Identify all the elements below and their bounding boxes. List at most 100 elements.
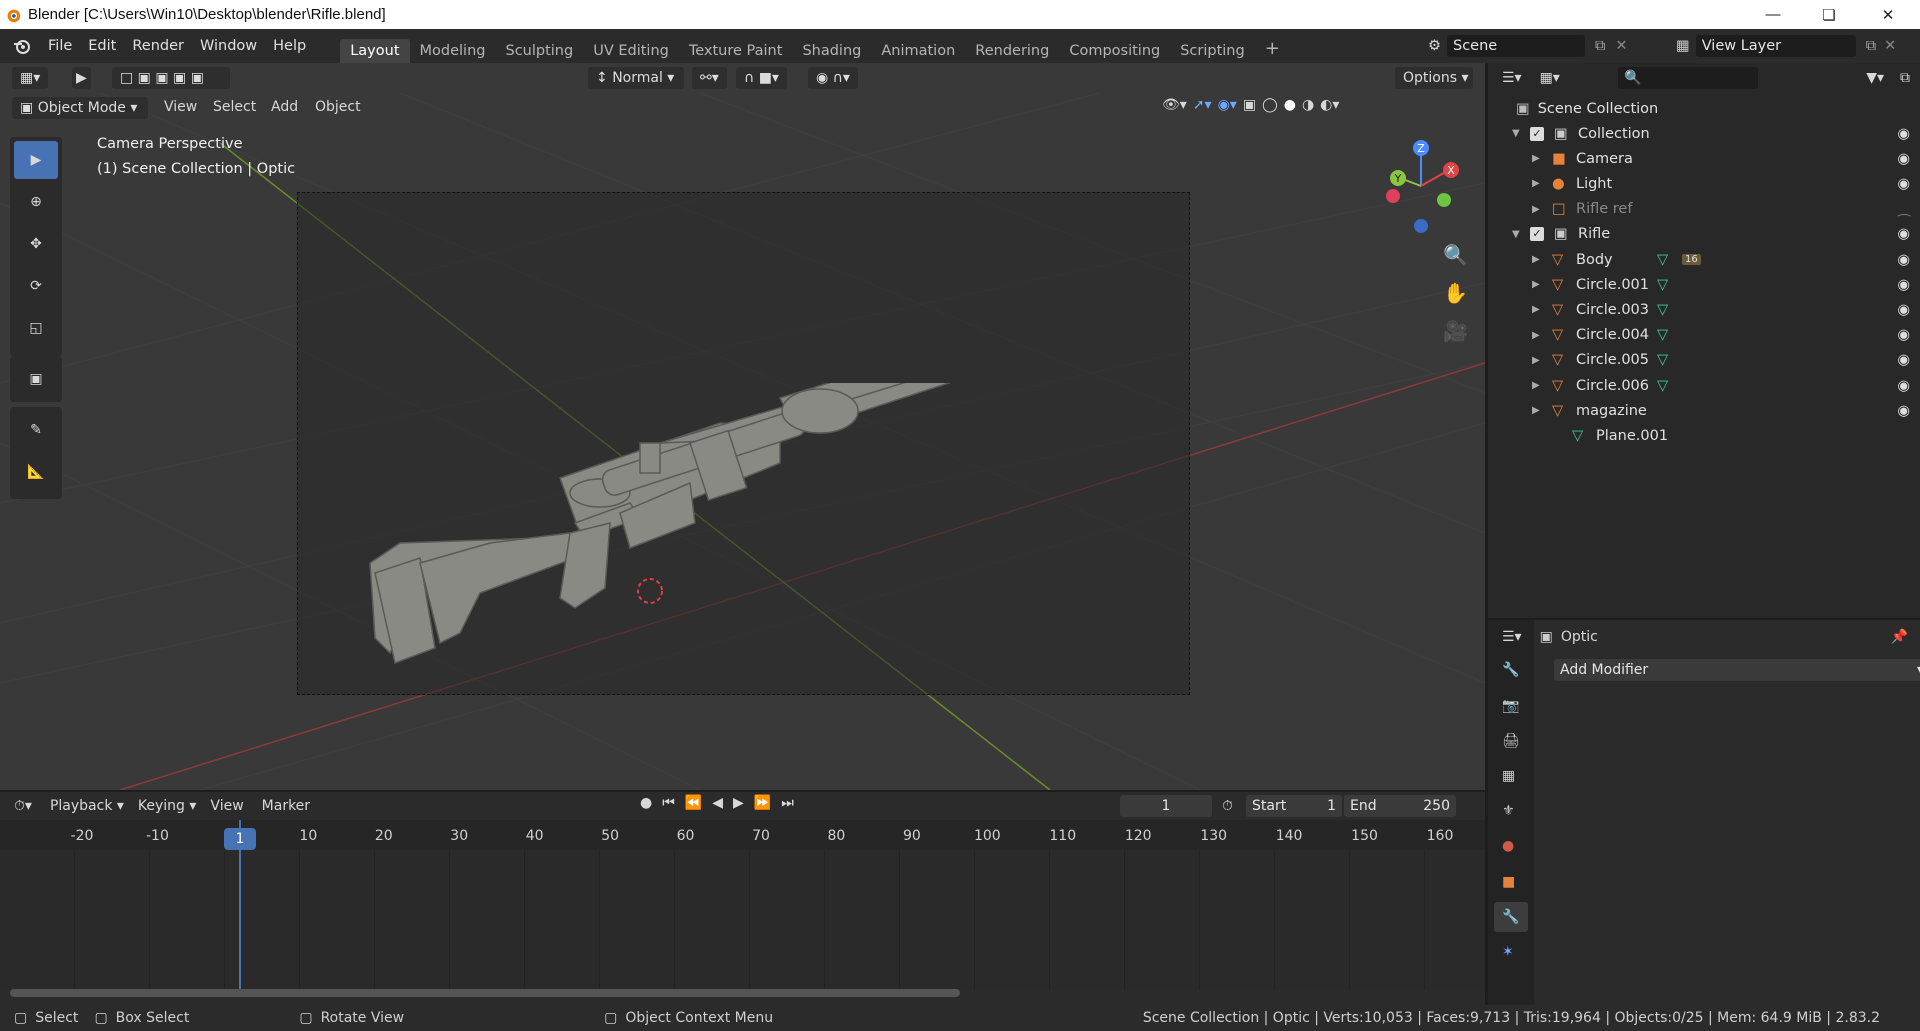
display-mode-icon[interactable]: ▦▾ <box>1540 70 1560 86</box>
mesh-data-icon[interactable]: ▽ <box>1657 277 1668 293</box>
visibility-eye-icon[interactable]: ⁔ <box>1898 201 1910 217</box>
tab-texture-paint[interactable]: Texture Paint <box>679 39 793 63</box>
view-menu[interactable]: View <box>164 99 197 115</box>
prev-keyframe-button[interactable]: ⏪ <box>685 795 702 811</box>
annotate-tool-icon[interactable]: ✎ <box>14 411 58 449</box>
visibility-eye-icon[interactable]: ◉ <box>1897 226 1910 242</box>
record-button[interactable]: ● <box>640 795 652 811</box>
object-tab-icon[interactable]: ■ <box>1502 874 1515 890</box>
scene-field[interactable]: Scene <box>1447 35 1585 57</box>
mesh-data-icon[interactable]: ▽ <box>1657 327 1668 343</box>
pivot-point-dropdown[interactable]: ⚯▾ <box>692 67 727 89</box>
tab-sculpting[interactable]: Sculpting <box>495 39 583 63</box>
proportional-edit-dropdown[interactable]: ◉ ∩▾ <box>808 67 858 89</box>
snap-dropdown[interactable]: ∩ ■▾ <box>736 67 787 89</box>
mesh-data-icon[interactable]: ▽ <box>1657 302 1668 318</box>
modifier-tab-icon[interactable]: 🔧 <box>1494 902 1528 932</box>
use-preview-range-icon[interactable]: ⏱ <box>1222 798 1233 814</box>
measure-tool-icon[interactable]: 📐 <box>14 453 58 491</box>
outliner-row[interactable]: ▶ ● Light ◉ <box>1488 171 1920 196</box>
editor-type-button[interactable]: ▦▾ <box>12 67 49 89</box>
visibility-eye-icon[interactable]: ◉ <box>1897 352 1910 368</box>
outliner-row[interactable]: ▶ ▽ magazine ◉ <box>1488 398 1920 423</box>
modifier-count-badge[interactable]: 16 <box>1682 254 1701 265</box>
outliner-row[interactable]: ▽ Plane.001 <box>1488 423 1920 448</box>
outliner-editor-type-icon[interactable]: ☰▾ <box>1502 70 1522 86</box>
transform-tool-icon[interactable]: ▣ <box>14 360 58 398</box>
keying-menu[interactable]: Keying ▾ <box>138 798 197 814</box>
mode-dropdown[interactable]: ▣ Object Mode ▾ <box>12 97 148 119</box>
expand-arrow-icon[interactable]: ▶ <box>1532 279 1540 290</box>
new-collection-icon[interactable]: ⧉ <box>1900 70 1910 86</box>
outliner-row[interactable]: ▶ ▽ Circle.003 ▽ ◉ <box>1488 297 1920 322</box>
mesh-data-icon[interactable]: ▽ <box>1657 378 1668 394</box>
exclude-checkbox[interactable]: ✓ <box>1530 227 1544 242</box>
properties-editor-type-icon[interactable]: ☰▾ <box>1502 629 1522 645</box>
expand-arrow-icon[interactable]: ▶ <box>1532 304 1540 315</box>
tab-scripting[interactable]: Scripting <box>1170 39 1254 63</box>
scene-tab-icon[interactable]: ⚜ <box>1502 803 1515 819</box>
visibility-eye-icon[interactable]: ◉ <box>1897 327 1910 343</box>
timeline-scrollbar[interactable] <box>10 989 960 997</box>
view-layer-field[interactable]: View Layer <box>1695 35 1856 57</box>
select-tool-icon[interactable]: ▶ <box>14 141 58 179</box>
jump-end-button[interactable]: ⏭ <box>781 795 794 811</box>
tab-compositing[interactable]: Compositing <box>1059 39 1170 63</box>
view-layer-icon[interactable]: ▦ <box>1676 38 1690 54</box>
visibility-eye-icon[interactable]: ◉ <box>1897 302 1910 318</box>
pin-icon[interactable]: 📌 <box>1891 629 1908 645</box>
tool-select-box[interactable]: ▶ <box>72 67 91 89</box>
mesh-data-icon[interactable]: ▽ <box>1657 352 1668 368</box>
jump-start-button[interactable]: ⏮ <box>662 795 675 811</box>
timeline-view-menu[interactable]: View <box>210 798 243 814</box>
visibility-eye-icon[interactable]: ◉ <box>1897 252 1910 268</box>
outliner-search-input[interactable]: 🔍 <box>1618 67 1758 89</box>
blender-menu-icon[interactable] <box>12 36 32 56</box>
output-tab-icon[interactable]: 🖨 <box>1502 733 1520 749</box>
outliner-root-row[interactable]: ▣ Scene Collection <box>1488 96 1920 121</box>
render-tab-icon[interactable]: 📷 <box>1502 698 1519 714</box>
play-button[interactable]: ▶ <box>733 795 744 811</box>
cursor-tool-icon[interactable]: ⊕ <box>14 183 58 221</box>
expand-arrow-icon[interactable]: ▼ <box>1512 128 1520 139</box>
visibility-eye-icon[interactable]: ◉ <box>1897 277 1910 293</box>
visibility-eye-icon[interactable]: ◉ <box>1897 403 1910 419</box>
material-shading-icon[interactable]: ◑ <box>1302 97 1314 113</box>
next-keyframe-button[interactable]: ⏩ <box>754 795 771 811</box>
visibility-eye-icon[interactable]: ◉ <box>1897 176 1910 192</box>
mesh-data-icon[interactable]: ▽ <box>1657 252 1668 268</box>
outliner-row[interactable]: ▶ □ Rifle ref ⁔ <box>1488 197 1920 222</box>
rendered-shading-icon[interactable]: ◐▾ <box>1320 97 1339 113</box>
world-tab-icon[interactable]: ● <box>1502 838 1514 854</box>
end-frame-field[interactable]: End 250 <box>1344 795 1456 817</box>
expand-arrow-icon[interactable]: ▶ <box>1532 380 1540 391</box>
tab-modeling[interactable]: Modeling <box>410 39 496 63</box>
visibility-icon[interactable]: 👁▾ <box>1162 97 1187 113</box>
zoom-icon[interactable]: 🔍 <box>1443 243 1468 267</box>
menu-render[interactable]: Render <box>124 38 192 54</box>
new-scene-icon[interactable]: ⧉ <box>1595 38 1605 54</box>
scene-browse-icon[interactable]: ⚙ <box>1428 38 1441 54</box>
tab-layout[interactable]: Layout <box>340 39 410 63</box>
minimize-button[interactable]: — <box>1745 0 1801 29</box>
add-menu[interactable]: Add <box>271 99 298 115</box>
menu-help[interactable]: Help <box>265 38 314 54</box>
navigation-gizmo[interactable]: Z Y X <box>1370 138 1460 238</box>
expand-arrow-icon[interactable]: ▶ <box>1532 330 1540 341</box>
current-frame-field[interactable]: 1 <box>1120 795 1212 817</box>
expand-arrow-icon[interactable]: ▶ <box>1532 405 1540 416</box>
selection-mode-buttons[interactable]: □ ▣ ▣ ▣ ▣ <box>112 67 230 89</box>
timeline-ruler[interactable] <box>0 820 1485 850</box>
view-layer-tab-icon[interactable]: ▦ <box>1502 768 1515 784</box>
pan-hand-icon[interactable]: ✋ <box>1443 281 1468 305</box>
expand-arrow-icon[interactable]: ▶ <box>1532 204 1540 215</box>
timeline-editor-type-icon[interactable]: ⏱▾ <box>14 798 32 814</box>
move-tool-icon[interactable]: ✥ <box>14 225 58 263</box>
delete-view-layer-icon[interactable]: ✕ <box>1884 38 1896 54</box>
scale-tool-icon[interactable]: ◱ <box>14 309 58 347</box>
playback-menu[interactable]: Playback ▾ <box>50 798 124 814</box>
playhead-frame-label[interactable]: 1 <box>224 828 256 850</box>
close-window-button[interactable]: ✕ <box>1860 0 1916 29</box>
wireframe-shading-icon[interactable]: ◯ <box>1262 97 1278 113</box>
overlay-toggle-icon[interactable]: ◉▾ <box>1218 97 1237 113</box>
